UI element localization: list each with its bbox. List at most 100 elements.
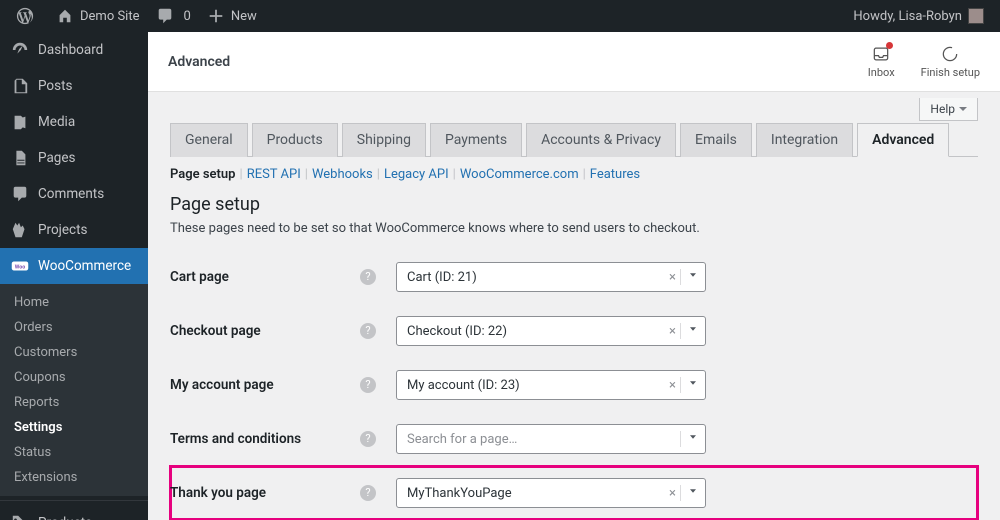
checkout-page-select[interactable]: Checkout (ID: 22)× [396, 316, 706, 346]
tab-emails[interactable]: Emails [680, 123, 752, 157]
chevron-down-icon [680, 269, 699, 285]
chevron-down-icon [680, 377, 699, 393]
submenu-item-coupons[interactable]: Coupons [0, 365, 148, 390]
sidebar-item-label: Pages [38, 150, 76, 166]
dashboard-icon [10, 40, 30, 60]
subtab-woocommerce-com[interactable]: WooCommerce.com [460, 167, 579, 182]
pages-icon [10, 148, 30, 168]
home-icon [56, 7, 74, 25]
section-description: These pages need to be set so that WooCo… [170, 221, 978, 236]
projects-icon [10, 220, 30, 240]
account-menu[interactable]: Howdy, Lisa-Robyn [845, 0, 992, 32]
cart-page-select[interactable]: Cart (ID: 21)× [396, 262, 706, 292]
sidebar-item-posts[interactable]: Posts [0, 68, 148, 104]
tab-general[interactable]: General [170, 123, 248, 157]
finish-setup-label: Finish setup [921, 66, 980, 79]
submenu-item-customers[interactable]: Customers [0, 340, 148, 365]
select-value: Cart (ID: 21) [407, 270, 665, 285]
wp-logo-menu[interactable] [8, 0, 48, 32]
row-label: Thank you page [170, 466, 360, 520]
wordpress-icon [16, 7, 34, 25]
sidebar-item-woocommerce[interactable]: Woo WooCommerce [0, 248, 148, 284]
myaccount-page-select[interactable]: My account (ID: 23)× [396, 370, 706, 400]
row-label: Checkout page [170, 304, 360, 358]
row-myaccount: My account page? My account (ID: 23)× [170, 358, 978, 412]
svg-text:Woo: Woo [15, 264, 25, 270]
help-tooltip-icon[interactable]: ? [360, 431, 376, 447]
subtab-legacy-api[interactable]: Legacy API [384, 167, 449, 182]
products-icon [10, 513, 30, 520]
subtab-page-setup[interactable]: Page setup [170, 167, 236, 182]
sidebar-item-label: Posts [38, 78, 72, 94]
row-label: Cart page [170, 250, 360, 304]
help-toggle[interactable]: Help [919, 98, 978, 121]
settings-subtabs: Page setup|REST API|Webhooks|Legacy API|… [170, 157, 978, 190]
new-label: New [231, 9, 257, 24]
submenu-item-orders[interactable]: Orders [0, 315, 148, 340]
select-value: Checkout (ID: 22) [407, 324, 665, 339]
inbox-button[interactable]: Inbox [868, 44, 895, 79]
tab-payments[interactable]: Payments [430, 123, 522, 157]
posts-icon [10, 76, 30, 96]
submenu-item-settings[interactable]: Settings [0, 415, 148, 440]
comments-menu[interactable]: 0 [148, 0, 199, 32]
subtab-features[interactable]: Features [590, 167, 640, 182]
row-checkout: Checkout page? Checkout (ID: 22)× [170, 304, 978, 358]
tab-accounts-privacy[interactable]: Accounts & Privacy [526, 123, 676, 157]
plus-icon [207, 7, 225, 25]
tab-integration[interactable]: Integration [756, 123, 853, 157]
tab-shipping[interactable]: Shipping [342, 123, 426, 157]
submenu-item-reports[interactable]: Reports [0, 390, 148, 415]
finish-setup-button[interactable]: Finish setup [921, 44, 980, 79]
select-value: My account (ID: 23) [407, 378, 665, 393]
row-label: Terms and conditions [170, 412, 360, 466]
sidebar-item-label: Projects [38, 222, 88, 238]
comments-count: 0 [184, 9, 191, 24]
howdy-prefix: Howdy, [853, 9, 895, 24]
subtab-webhooks[interactable]: Webhooks [312, 167, 373, 182]
submenu-item-home[interactable]: Home [0, 290, 148, 315]
thankyou-page-select[interactable]: MyThankYouPage× [396, 478, 706, 508]
chevron-down-icon [680, 323, 699, 339]
sidebar-item-products[interactable]: Products [0, 505, 148, 520]
comments-icon [10, 184, 30, 204]
submenu-item-status[interactable]: Status [0, 440, 148, 465]
help-tooltip-icon[interactable]: ? [360, 377, 376, 393]
chevron-down-icon [680, 431, 699, 447]
sidebar-item-media[interactable]: Media [0, 104, 148, 140]
page-header: Advanced Inbox Finish setup [148, 32, 1000, 92]
help-tooltip-icon[interactable]: ? [360, 485, 376, 501]
clear-icon[interactable]: × [665, 378, 680, 393]
sidebar-item-comments[interactable]: Comments [0, 176, 148, 212]
page-title: Advanced [168, 54, 230, 70]
subtab-rest-api[interactable]: REST API [247, 167, 301, 182]
terms-page-select[interactable]: Search for a page… [396, 424, 706, 454]
help-tooltip-icon[interactable]: ? [360, 269, 376, 285]
sidebar-item-label: WooCommerce [38, 258, 131, 274]
help-tooltip-icon[interactable]: ? [360, 323, 376, 339]
clear-icon[interactable]: × [665, 324, 680, 339]
sidebar-item-dashboard[interactable]: Dashboard [0, 32, 148, 68]
inbox-label: Inbox [868, 66, 895, 79]
sidebar-item-label: Comments [38, 186, 104, 202]
woocommerce-icon: Woo [10, 256, 30, 276]
avatar [968, 8, 984, 24]
clear-icon[interactable]: × [665, 486, 680, 501]
media-icon [10, 112, 30, 132]
tab-products[interactable]: Products [252, 123, 338, 157]
row-terms: Terms and conditions? Search for a page… [170, 412, 978, 466]
new-content-menu[interactable]: New [199, 0, 265, 32]
chevron-down-icon [680, 485, 699, 501]
section-heading: Page setup [170, 194, 978, 215]
row-label: My account page [170, 358, 360, 412]
clear-icon[interactable]: × [665, 270, 680, 285]
tab-advanced[interactable]: Advanced [857, 123, 949, 157]
spinner-icon [940, 44, 960, 64]
inbox-icon [871, 44, 891, 64]
site-name-menu[interactable]: Demo Site [48, 0, 148, 32]
caret-down-icon [959, 107, 967, 115]
sidebar-item-pages[interactable]: Pages [0, 140, 148, 176]
sidebar-item-projects[interactable]: Projects [0, 212, 148, 248]
submenu-item-extensions[interactable]: Extensions [0, 465, 148, 490]
admin-sidebar: Dashboard Posts Media Pages Comments Projects… [0, 32, 148, 520]
